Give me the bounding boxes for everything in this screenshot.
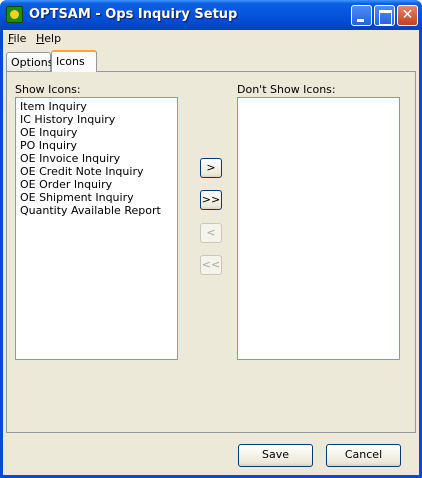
menu-help[interactable]: Help [36, 32, 61, 45]
menu-file[interactable]: File [8, 32, 26, 45]
menu-help-label: elp [44, 32, 62, 45]
move-one-right-button[interactable]: > [200, 158, 222, 178]
menu-file-label: ile [13, 32, 27, 45]
save-button[interactable]: Save [238, 444, 313, 467]
list-item[interactable]: OE Invoice Inquiry [20, 152, 120, 165]
move-one-left-button[interactable]: < [200, 223, 222, 243]
cancel-button[interactable]: Cancel [326, 444, 401, 467]
list-item[interactable]: Item Inquiry [20, 100, 87, 113]
list-item[interactable]: OE Credit Note Inquiry [20, 165, 143, 178]
icons-tab-panel: Show Icons: Don't Show Icons: Item Inqui… [6, 71, 416, 433]
dont-show-icons-label: Don't Show Icons: [237, 83, 336, 96]
close-icon: ✕ [401, 7, 414, 23]
minimize-button[interactable] [351, 5, 372, 26]
client-area: File Help Options Icons Show Icons: Don'… [3, 30, 419, 475]
list-item[interactable]: Quantity Available Report [20, 204, 161, 217]
maximize-button[interactable] [374, 5, 395, 26]
list-item[interactable]: OE Order Inquiry [20, 178, 112, 191]
tab-options[interactable]: Options [6, 52, 53, 71]
window-title: OPTSAM - Ops Inquiry Setup [29, 7, 238, 22]
list-item[interactable]: PO Inquiry [20, 139, 77, 152]
title-bar[interactable]: OPTSAM - Ops Inquiry Setup ✕ [0, 0, 422, 30]
close-button[interactable]: ✕ [397, 5, 418, 26]
move-all-right-button[interactable]: >> [200, 190, 222, 210]
show-icons-listbox[interactable]: Item Inquiry IC History Inquiry OE Inqui… [15, 97, 178, 360]
list-item[interactable]: OE Inquiry [20, 126, 77, 139]
dont-show-icons-listbox[interactable] [237, 97, 400, 360]
list-item[interactable]: IC History Inquiry [20, 113, 115, 126]
menu-bar: File Help [3, 30, 419, 48]
app-icon [6, 6, 23, 23]
move-all-left-button[interactable]: << [200, 255, 222, 275]
show-icons-label: Show Icons: [15, 83, 81, 96]
tab-icons[interactable]: Icons [51, 50, 97, 72]
list-item[interactable]: OE Shipment Inquiry [20, 191, 134, 204]
app-window: OPTSAM - Ops Inquiry Setup ✕ File Help O… [0, 0, 422, 478]
